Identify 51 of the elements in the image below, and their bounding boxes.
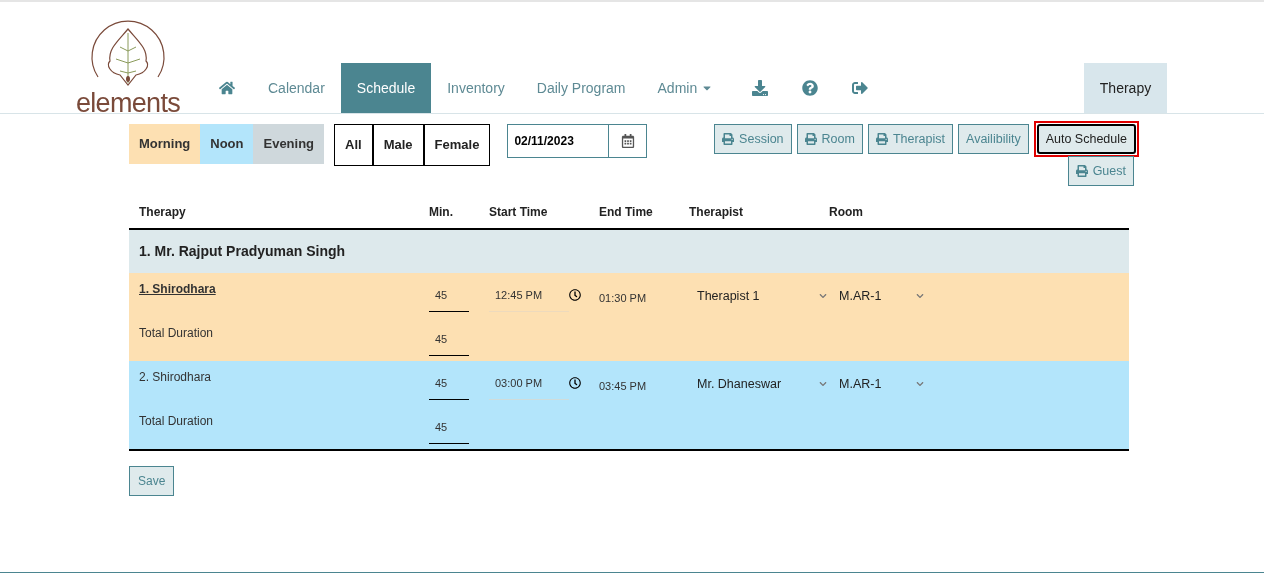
column-header: Therapist bbox=[689, 204, 744, 221]
clock-icon bbox=[569, 289, 581, 301]
end-time: 03:45 PM bbox=[599, 380, 647, 392]
total-label: Total Duration bbox=[139, 414, 214, 428]
total-label: Total Duration bbox=[139, 326, 214, 340]
action-button[interactable]: Room bbox=[796, 124, 863, 154]
action-button[interactable]: Guest bbox=[1067, 156, 1134, 186]
chevron-down-icon bbox=[916, 292, 924, 301]
logo-wordmark: elements bbox=[75, 90, 181, 117]
therapy-name: 2. Shirodhara bbox=[139, 370, 212, 384]
shift-filter[interactable]: Evening bbox=[253, 124, 325, 164]
room-select[interactable]: M.AR-1 bbox=[829, 287, 929, 306]
column-header: Therapy bbox=[138, 204, 187, 221]
action-button[interactable]: Availibility bbox=[958, 124, 1029, 154]
nav-tab[interactable]: Inventory bbox=[431, 63, 521, 113]
column-header: Room bbox=[829, 204, 864, 221]
chevron-down-icon bbox=[819, 292, 827, 301]
gender-filter[interactable]: All bbox=[335, 125, 372, 165]
therapy-name[interactable]: 1. Shirodhara bbox=[139, 282, 216, 296]
action-button[interactable]: Therapist bbox=[867, 124, 954, 154]
column-header: End Time bbox=[599, 204, 654, 221]
start-time-field[interactable]: 03:00 PM bbox=[489, 375, 569, 400]
gender-filter[interactable]: Male bbox=[371, 125, 423, 165]
nav-tab[interactable]: Daily Program bbox=[520, 63, 642, 113]
action-button[interactable]: Session bbox=[714, 124, 792, 154]
column-header: Start Time bbox=[489, 204, 549, 221]
therapist-select[interactable]: Therapist 1 bbox=[689, 287, 829, 306]
shift-filter[interactable]: Noon bbox=[200, 124, 254, 164]
room-select[interactable]: M.AR-1 bbox=[829, 375, 929, 394]
start-time-field[interactable]: 12:45 PM bbox=[489, 287, 569, 312]
clock-icon bbox=[569, 377, 581, 389]
gender-filter[interactable]: Female bbox=[422, 125, 490, 165]
calendar-icon bbox=[620, 134, 635, 148]
guest-name: 1. Mr. Rajput Pradyuman Singh bbox=[139, 242, 346, 261]
chevron-down-icon bbox=[916, 380, 924, 389]
column-header: Min. bbox=[429, 204, 454, 221]
therapist-select[interactable]: Mr. Dhaneswar bbox=[689, 375, 829, 394]
save-button[interactable]: Save bbox=[129, 466, 175, 496]
minutes-field[interactable]: 45 bbox=[429, 375, 469, 400]
end-time: 01:30 PM bbox=[599, 292, 647, 304]
shift-filter[interactable]: Morning bbox=[129, 124, 201, 164]
chevron-down-icon bbox=[819, 380, 827, 389]
action-button[interactable]: Auto Schedule bbox=[1036, 124, 1136, 154]
nav-tab[interactable]: Calendar bbox=[252, 63, 341, 113]
minutes-field[interactable]: 45 bbox=[429, 287, 469, 312]
total-minutes-field: 45 bbox=[429, 331, 469, 356]
total-minutes-field: 45 bbox=[429, 419, 469, 444]
date-field[interactable]: 02/11/2023 bbox=[507, 124, 648, 158]
module-label: Therapy bbox=[1084, 63, 1167, 113]
nav-tab[interactable]: Admin bbox=[641, 63, 730, 113]
nav-tab[interactable]: Schedule bbox=[340, 63, 432, 113]
